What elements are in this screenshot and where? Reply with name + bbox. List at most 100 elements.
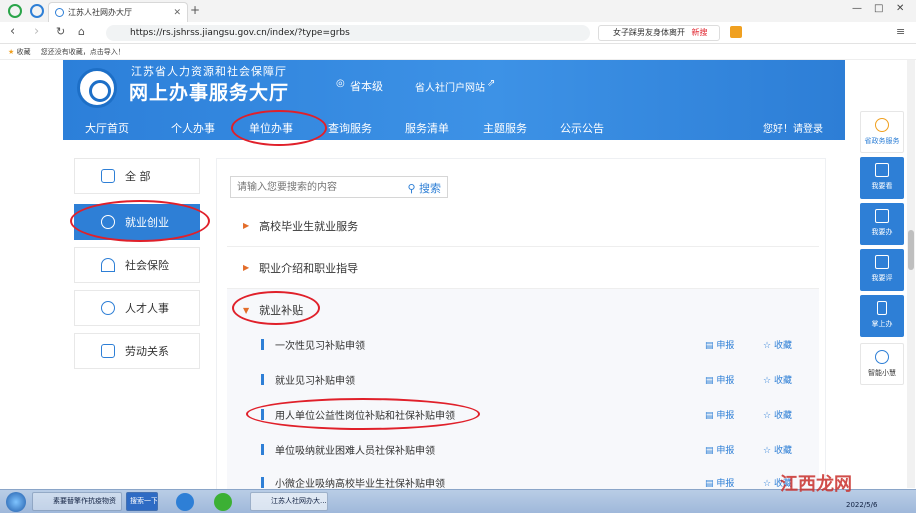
menu-social-insurance[interactable]: 社会保险 [74, 247, 200, 283]
category-label: 高校毕业生就业服务 [259, 219, 359, 233]
favorite-button[interactable]: ☆ 收藏 [763, 373, 792, 386]
browser-logo-icon[interactable] [8, 4, 22, 18]
list-item[interactable]: 一次性见习补贴申领 ▤ 申报 ☆ 收藏 [227, 327, 819, 362]
favorite-button[interactable]: ☆ 收藏 [763, 443, 792, 456]
minimize-icon[interactable]: — [852, 3, 862, 14]
assistant-button[interactable]: 智能小慧 [860, 343, 904, 385]
hot-search-tag: 新搜 [691, 28, 708, 37]
forward-icon[interactable]: › [34, 24, 39, 39]
item-label: 小微企业吸纳高校毕业生社保补贴申领 [275, 478, 445, 490]
category-label: 职业介绍和职业指导 [259, 261, 359, 275]
list-marker [261, 339, 264, 350]
search-icon: ⚲ [407, 182, 416, 195]
view-button[interactable]: 我要看 [860, 157, 904, 199]
item-label: 单位吸纳就业困难人员社保补贴申领 [275, 446, 435, 457]
favorite-label: 收藏 [773, 446, 792, 456]
location-icon: ◎ [336, 78, 345, 89]
favorite-label: 收藏 [773, 411, 792, 421]
apply-label: 申报 [716, 478, 735, 489]
category-graduates[interactable]: ▶ 高校毕业生就业服务 [227, 205, 819, 247]
share-icon: ⇗ [487, 78, 496, 89]
favorite-button[interactable]: ☆ 收藏 [763, 338, 792, 351]
hot-search-box[interactable]: 女子踩男友身体离开 新搜 [598, 25, 720, 41]
bookmarks-bar: ★ 收藏 您还没有收藏，点击导入！ [0, 44, 916, 60]
grid-icon [101, 169, 115, 183]
browser-title-bar: 江苏人社网办大厅 ✕ + — □ ✕ [0, 0, 916, 22]
taskbar-item-label: 搜索一下 [130, 497, 158, 505]
home-icon[interactable]: ⌂ [78, 25, 85, 38]
apply-button[interactable]: ▤ 申报 [705, 408, 734, 421]
login-link[interactable]: 您好！请登录 [763, 120, 823, 135]
maximize-icon[interactable]: □ [874, 3, 883, 14]
url-field[interactable]: https://rs.jshrss.jiangsu.gov.cn/index/?… [106, 25, 590, 41]
favorite-label: 收藏 [773, 376, 792, 386]
nav-personal[interactable]: 个人办事 [171, 120, 215, 136]
list-item[interactable]: 单位吸纳就业困难人员社保补贴申领 ▤ 申报 ☆ 收藏 [227, 432, 819, 467]
favorite-button[interactable]: ☆ 收藏 [763, 408, 792, 421]
list-item[interactable]: 就业见习补贴申领 ▤ 申报 ☆ 收藏 [227, 362, 819, 397]
new-tab-button[interactable]: + [190, 3, 200, 17]
url-text: https://rs.jshrss.jiangsu.gov.cn/index/?… [130, 28, 350, 38]
people-icon [101, 301, 115, 315]
extensions-icon[interactable] [730, 26, 742, 38]
close-window-icon[interactable]: ✕ [896, 3, 904, 14]
browser-tab[interactable]: 江苏人社网办大厅 ✕ [48, 2, 188, 22]
star-icon[interactable]: ★ [8, 48, 14, 56]
item-label: 一次性见习补贴申领 [275, 341, 365, 352]
annotation-ring-subsidy [232, 291, 320, 325]
nav-service-list[interactable]: 服务清单 [405, 120, 449, 136]
hot-search-text: 女子踩男友身体离开 [613, 28, 685, 37]
nav-notice[interactable]: 公示公告 [560, 120, 604, 136]
sidebar-label: 智能小慧 [868, 369, 896, 377]
apply-button[interactable]: ▤ 申报 [705, 443, 734, 456]
gov-service-button[interactable]: 省政务服务 [860, 111, 904, 153]
close-tab-icon[interactable]: ✕ [173, 8, 181, 18]
portal-link[interactable]: 省人社门户网站 [415, 79, 485, 94]
category-career-guidance[interactable]: ▶ 职业介绍和职业指导 [227, 247, 819, 289]
sidebar-label: 我要办 [871, 228, 893, 236]
back-icon[interactable]: ‹ [10, 24, 15, 39]
scrollbar-thumb[interactable] [908, 230, 914, 270]
handle-button[interactable]: 我要办 [860, 203, 904, 245]
region-selector[interactable]: 省本级 [350, 78, 383, 94]
apply-label: 申报 [716, 341, 735, 351]
menu-all[interactable]: 全 部 [74, 158, 200, 194]
tab-title: 江苏人社网办大厅 [68, 8, 132, 17]
menu-labor[interactable]: 劳动关系 [74, 333, 200, 369]
apply-button[interactable]: ▤ 申报 [705, 338, 734, 351]
app-icon[interactable] [176, 493, 194, 511]
taskbar-item[interactable]: 素要替擎作抗疫物资 [32, 492, 122, 511]
page-scrollbar[interactable] [907, 60, 915, 488]
annotation-ring-item [246, 398, 480, 430]
item-label: 就业见习补贴申领 [275, 376, 355, 387]
search-input[interactable] [231, 177, 391, 197]
start-button[interactable] [6, 492, 26, 512]
wechat-icon[interactable] [214, 493, 232, 511]
tab-favicon-icon [55, 8, 64, 17]
rate-button[interactable]: 我要评 [860, 249, 904, 291]
clock-date[interactable]: 2022/5/6 [846, 501, 877, 509]
menu-icon[interactable]: ≡ [896, 25, 905, 38]
book-icon [875, 163, 889, 177]
nav-home[interactable]: 大厅首页 [85, 120, 129, 136]
menu-social-insurance-label: 社会保险 [125, 259, 169, 272]
apply-button[interactable]: ▤ 申报 [705, 476, 734, 489]
refresh-icon[interactable]: ↻ [56, 25, 65, 38]
mobile-button[interactable]: 掌上办 [860, 295, 904, 337]
apply-button[interactable]: ▤ 申报 [705, 373, 734, 386]
taskbar-item[interactable]: 搜索一下 [126, 492, 158, 511]
nav-query[interactable]: 查询服务 [328, 120, 372, 136]
bookmark-back-icon[interactable] [30, 4, 44, 18]
menu-talent[interactable]: 人才人事 [74, 290, 200, 326]
menu-all-label: 全 部 [125, 170, 151, 183]
nav-theme[interactable]: 主题服务 [483, 120, 527, 136]
bookmarks-label[interactable]: 收藏 [17, 48, 31, 56]
sidebar-label: 我要评 [871, 274, 893, 282]
bookmarks-hint[interactable]: 您还没有收藏，点击导入！ [41, 48, 125, 56]
apply-label: 申报 [716, 446, 735, 456]
taskbar-item[interactable]: 江苏人社网办大... [250, 492, 328, 511]
search-button[interactable]: ⚲ 搜索 [407, 180, 441, 196]
taskbar-item-label: 江苏人社网办大... [271, 497, 327, 505]
favorite-label: 收藏 [773, 341, 792, 351]
expand-arrow-icon: ▶ [243, 221, 250, 230]
